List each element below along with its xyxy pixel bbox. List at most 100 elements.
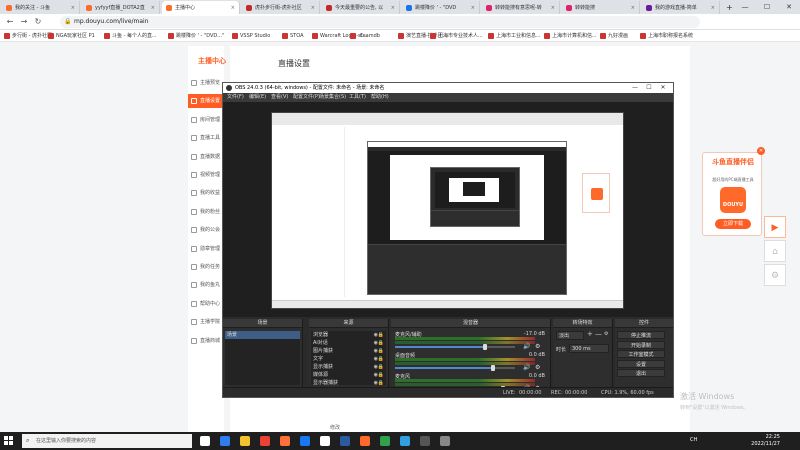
taskbar-app-icon[interactable] (360, 436, 370, 446)
sidebar-item[interactable]: 主播预览 (188, 76, 224, 90)
stop-streaming-button[interactable]: 停止推流 (617, 331, 665, 339)
settings-button[interactable]: 设置 (617, 359, 665, 368)
browser-tab[interactable]: 转转能搜有意思呢-转 × (482, 1, 560, 14)
ad-download-button[interactable]: 立即下载 (715, 219, 751, 229)
browser-tab[interactable]: 我的关注 - 斗鱼 × (2, 1, 80, 14)
speaker-icon[interactable]: 🔊 (523, 343, 530, 350)
studio-mode-button[interactable]: 工作室模式 (617, 350, 665, 358)
volume-slider-handle[interactable] (483, 344, 487, 350)
reload-button[interactable]: ↻ (32, 16, 44, 28)
obs-menu-item[interactable]: 文件(F) (227, 94, 244, 101)
browser-tab[interactable]: 转转能搜 × (562, 1, 640, 14)
exit-button[interactable]: 退出 (617, 369, 665, 377)
taskbar-app-icon[interactable] (200, 436, 210, 446)
obs-window[interactable]: OBS 24.0.3 (64-bit, windows) - 配置文件: 未命名… (222, 82, 674, 398)
dock-list-item[interactable]: 场景 (225, 331, 300, 339)
bookmark-item[interactable]: 上海市专业技术人... (430, 32, 483, 40)
sidebar-item[interactable]: 视频管理 (188, 168, 224, 182)
bookmark-item[interactable]: STOA (282, 32, 304, 40)
sidebar-item[interactable]: 直播工具 (188, 131, 224, 145)
dock-list-item[interactable]: 图片捕获 ◉ 🔒 (311, 347, 386, 355)
modify-label[interactable]: 修改 (330, 424, 340, 431)
lock-icon[interactable]: 🔒 (378, 379, 384, 387)
sidebar-item[interactable]: 我的任务 (188, 260, 224, 274)
browser-tab[interactable]: 虎扑步行街-虎扑社区 × (242, 1, 320, 14)
minimize-button[interactable]: — (734, 0, 756, 14)
obs-menu-item[interactable]: 帮助(H) (371, 94, 389, 101)
home-float-button[interactable]: ⌂ (764, 240, 786, 262)
url-input[interactable]: 🔒 mp.douyu.com/live/main (60, 16, 700, 28)
taskbar-app-icon[interactable] (280, 436, 290, 446)
browser-tab[interactable]: 我的游戏直播-简单 × (642, 1, 720, 14)
volume-slider[interactable] (395, 346, 515, 348)
gear-icon[interactable]: ⚙ (535, 343, 540, 350)
maximize-button[interactable]: ☐ (756, 0, 778, 14)
obs-menu-item[interactable]: 配置文件(P) (293, 94, 320, 101)
bookmark-item[interactable]: VSSP Studio (232, 32, 270, 40)
obs-minimize-button[interactable]: — (629, 83, 641, 93)
sidebar-item[interactable]: 我的收益 (188, 186, 224, 200)
taskbar-app-icon[interactable] (260, 436, 270, 446)
dock-list-item[interactable]: Ai对话 ◉ 🔒 (311, 339, 386, 347)
dock-list-item[interactable]: 显示捕获 ◉ 🔒 (311, 363, 386, 371)
obs-titlebar[interactable]: OBS 24.0.3 (64-bit, windows) - 配置文件: 未命名… (223, 83, 673, 93)
obs-preview[interactable] (223, 102, 673, 317)
bookmark-item[interactable]: steamdb (350, 32, 380, 40)
sidebar-item[interactable]: 房间管理 (188, 113, 224, 127)
bookmark-item[interactable]: NGA玩家社区 P1 (48, 32, 95, 40)
ime-indicator[interactable]: CH (690, 437, 697, 443)
duration-input[interactable]: 300 ms (569, 344, 609, 353)
sources-list[interactable]: 浏览器 ◉ 🔒 Ai对话 ◉ 🔒 图片捕获 ◉ 🔒 文字 ◉ 🔒 显示捕获 ◉ 🔒 媒体源 ◉ 🔒 显示器捕获 ◉ 🔒 (311, 331, 386, 387)
tab-close-icon[interactable]: × (71, 5, 75, 11)
transition-select[interactable]: 淡出 (556, 331, 584, 340)
sidebar-item[interactable]: 直播商城 (188, 334, 224, 348)
gear-icon[interactable]: ⚙ (535, 364, 540, 371)
sidebar-item[interactable]: 我的公会 (188, 223, 224, 237)
taskbar-app-icon[interactable] (220, 436, 230, 446)
obs-maximize-button[interactable]: ☐ (643, 83, 655, 93)
system-clock[interactable]: 22:25 2022/11/27 (751, 434, 780, 448)
obs-menu-item[interactable]: 查看(V) (271, 94, 288, 101)
taskbar-app-icon[interactable] (240, 436, 250, 446)
sidebar-item[interactable]: 直播设置 (188, 94, 224, 109)
transition-settings-icon[interactable]: ⚙ (604, 331, 608, 337)
browser-tab[interactable]: 今天最重要的公告, 以 × (322, 1, 400, 14)
tab-close-icon[interactable]: × (551, 5, 555, 11)
taskbar-app-icon[interactable] (440, 436, 450, 446)
dock-list-item[interactable]: 文字 ◉ 🔒 (311, 355, 386, 363)
sidebar-item[interactable]: 勋章管理 (188, 242, 224, 256)
lock-icon[interactable]: 🔒 (378, 331, 384, 339)
remove-transition-button[interactable]: — (595, 330, 602, 338)
bookmark-item[interactable]: 上海市工业和信息... (488, 32, 541, 40)
tab-close-icon[interactable]: × (391, 5, 395, 11)
douyu-companion-ad[interactable]: ✕ 斗鱼直播伴侣 超好用的PC端直播工具 DOUYU 立即下载 (702, 147, 765, 236)
close-window-button[interactable]: ✕ (778, 0, 800, 14)
tab-close-icon[interactable]: × (631, 5, 635, 11)
lock-icon[interactable]: 🔒 (378, 339, 384, 347)
obs-menu-item[interactable]: 编辑(E) (249, 94, 266, 101)
sidebar-item[interactable]: 主播学院 (188, 315, 224, 329)
scenes-list[interactable]: 场景 (225, 331, 300, 385)
tab-close-icon[interactable]: × (151, 5, 155, 11)
lock-icon[interactable]: 🔒 (378, 347, 384, 355)
sidebar-item[interactable]: 直播数据 (188, 150, 224, 164)
forward-button[interactable]: → (18, 16, 30, 28)
bookmark-item[interactable]: 跳楼降价 ' - "DVD..." (168, 32, 224, 40)
volume-slider-handle[interactable] (491, 365, 496, 371)
bookmark-item[interactable]: 斗鱼 - 每个人的直... (104, 32, 157, 40)
windows-start-icon[interactable] (4, 436, 14, 446)
lock-icon[interactable]: 🔒 (378, 355, 384, 363)
bookmark-item[interactable]: 上海市计算机和信... (544, 32, 597, 40)
obs-close-button[interactable]: ✕ (657, 83, 669, 93)
taskbar-app-icon[interactable] (340, 436, 350, 446)
back-button[interactable]: ← (4, 16, 16, 28)
play-float-button[interactable]: ▶ (764, 216, 786, 238)
tab-close-icon[interactable]: × (231, 5, 235, 11)
taskbar-app-icon[interactable] (320, 436, 330, 446)
taskbar-app-icon[interactable] (420, 436, 430, 446)
settings-float-button[interactable]: ⚙ (764, 264, 786, 286)
obs-menu-item[interactable]: 工具(T) (349, 94, 366, 101)
sidebar-item[interactable]: 我的粉丝 (188, 205, 224, 219)
tab-close-icon[interactable]: × (311, 5, 315, 11)
volume-slider[interactable] (395, 367, 515, 369)
